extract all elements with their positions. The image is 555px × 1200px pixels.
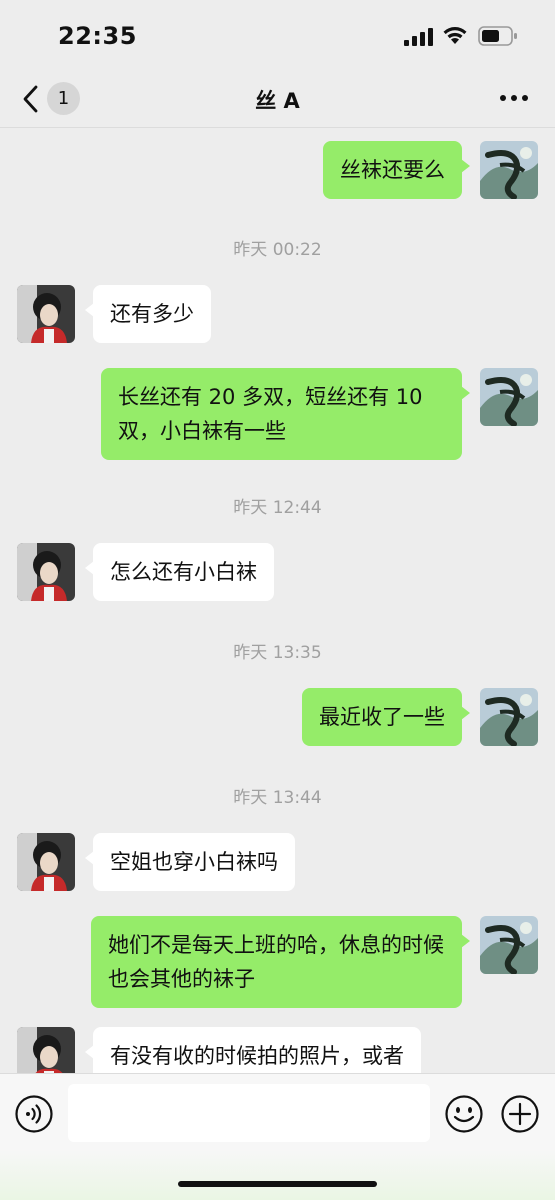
chat-title: 丝 A [255,89,300,113]
timestamp: 昨天 13:44 [233,788,322,808]
voice-icon[interactable] [14,1094,54,1134]
my-avatar[interactable] [480,688,538,746]
status-bar: 22:35 [0,0,555,70]
my-avatar[interactable] [480,368,538,426]
timestamp: 昨天 13:35 [233,643,322,663]
emoji-icon[interactable] [444,1094,484,1134]
chat-history[interactable]: 丝袜还要么 昨天 00:22 还有多少 长丝还有 20 多双，短丝还有 10 双… [0,129,555,1073]
contact-avatar[interactable] [17,1027,75,1073]
timestamp: 昨天 00:22 [233,240,322,260]
incoming-message[interactable]: 还有多少 [85,285,211,343]
nav-bar: 1 丝 A [0,70,555,128]
message-input[interactable] [68,1084,430,1142]
incoming-message[interactable]: 有没有收的时候拍的照片，或者 [85,1027,421,1073]
incoming-message[interactable]: 空姐也穿小白袜吗 [85,833,295,891]
contact-avatar[interactable] [17,285,75,343]
more-icon[interactable] [498,92,530,104]
outgoing-message[interactable]: 最近收了一些 [302,688,470,746]
outgoing-message[interactable]: 丝袜还要么 [323,141,470,199]
incoming-message[interactable]: 怎么还有小白袜 [85,543,274,601]
plus-icon[interactable] [500,1094,540,1134]
contact-avatar[interactable] [17,543,75,601]
my-avatar[interactable] [480,916,538,974]
signal-icon [404,28,433,46]
status-time: 22:35 [58,22,137,50]
home-indicator[interactable] [178,1181,377,1187]
battery-icon [478,26,517,46]
my-avatar[interactable] [480,141,538,199]
outgoing-message[interactable]: 长丝还有 20 多双，短丝还有 10 双，小白袜有一些 [101,368,470,460]
contact-avatar[interactable] [17,833,75,891]
wifi-icon [443,27,467,44]
timestamp: 昨天 12:44 [233,498,322,518]
outgoing-message[interactable]: 她们不是每天上班的哈，休息的时候也会其他的袜子 [91,916,470,1008]
